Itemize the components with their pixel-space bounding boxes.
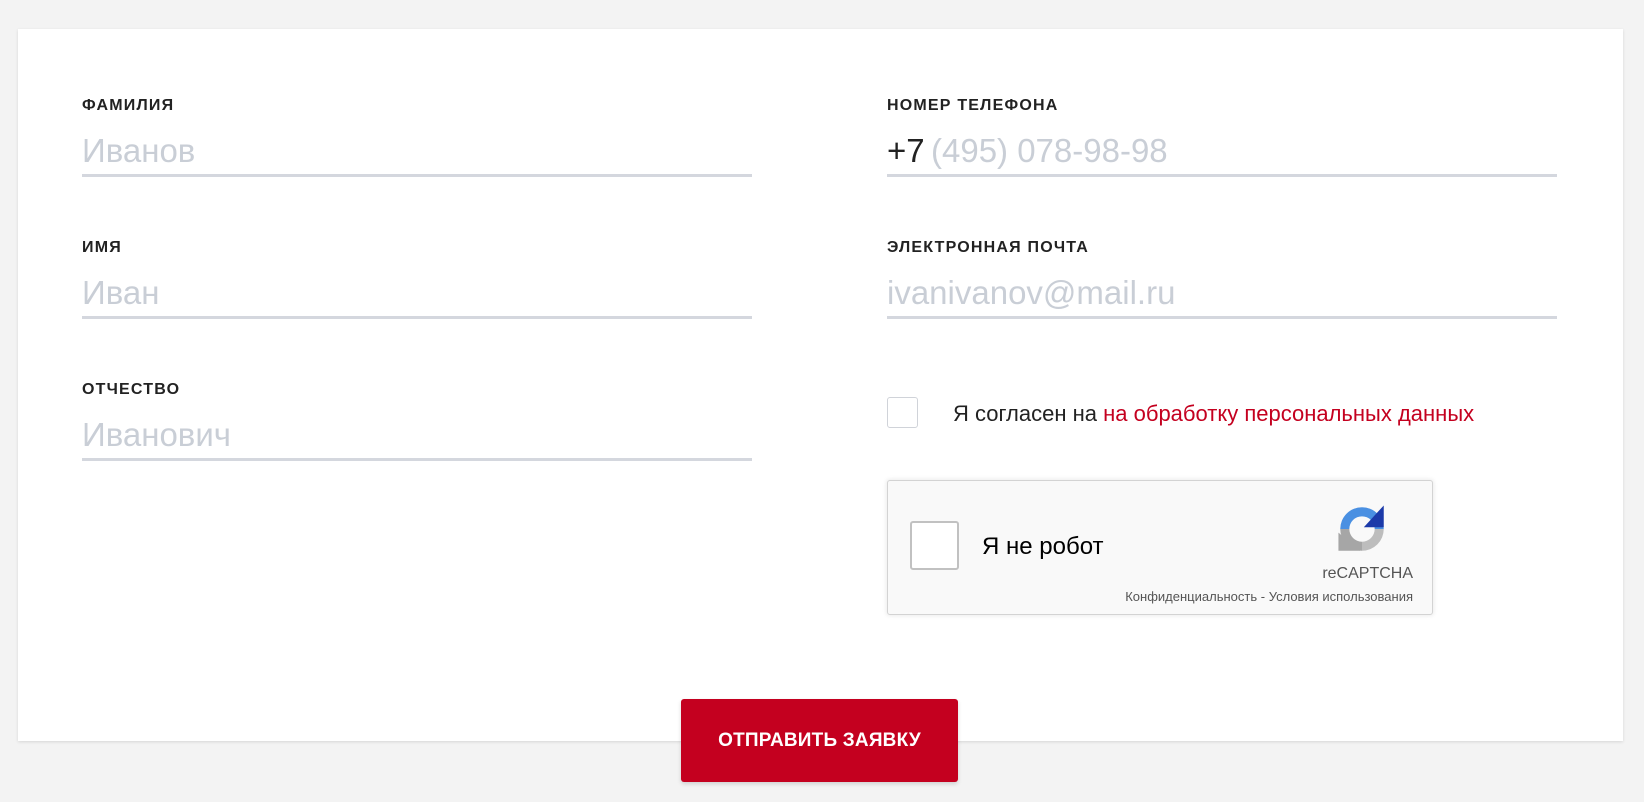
form-card: ФАМИЛИЯ ИМЯ ОТЧЕСТВО НОМЕР ТЕЛЕФОНА +7 Э… <box>18 29 1623 741</box>
patronymic-label: ОТЧЕСТВО <box>82 381 181 398</box>
recaptcha-widget: Я не робот reCAPTCHA Конфиденциальность … <box>887 480 1433 615</box>
phone-country-code: +7 <box>887 132 925 169</box>
recaptcha-privacy-link[interactable]: Конфиденциальность <box>1125 589 1257 604</box>
phone-input[interactable] <box>931 127 1551 174</box>
recaptcha-label: Я не робот <box>982 533 1104 560</box>
email-label: ЭЛЕКТРОННАЯ ПОЧТА <box>887 239 1090 256</box>
recaptcha-terms-link[interactable]: Условия использования <box>1269 589 1413 604</box>
patronymic-input[interactable] <box>82 411 752 461</box>
phone-label: НОМЕР ТЕЛЕФОНА <box>887 97 1059 114</box>
first-name-label: ИМЯ <box>82 239 122 256</box>
last-name-input[interactable] <box>82 127 752 177</box>
recaptcha-brand: reCAPTCHA <box>1322 565 1413 582</box>
submit-button[interactable]: ОТПРАВИТЬ ЗАЯВКУ <box>681 699 958 782</box>
consent-text: Я согласен на на обработку персональных … <box>953 401 1474 427</box>
phone-input-wrapper: +7 <box>887 127 1557 177</box>
recaptcha-logo-icon <box>1338 505 1384 551</box>
email-input[interactable] <box>887 269 1557 319</box>
first-name-input[interactable] <box>82 269 752 319</box>
recaptcha-checkbox[interactable] <box>910 521 959 570</box>
consent-row: Я согласен на на обработку персональных … <box>887 397 1587 431</box>
consent-prefix: Я согласен на <box>953 401 1097 426</box>
consent-checkbox[interactable] <box>887 397 918 428</box>
recaptcha-separator: - <box>1260 589 1266 604</box>
consent-link[interactable]: на обработку персональных данных <box>1103 401 1474 426</box>
last-name-label: ФАМИЛИЯ <box>82 97 175 114</box>
recaptcha-links: Конфиденциальность - Условия использован… <box>1125 589 1413 604</box>
